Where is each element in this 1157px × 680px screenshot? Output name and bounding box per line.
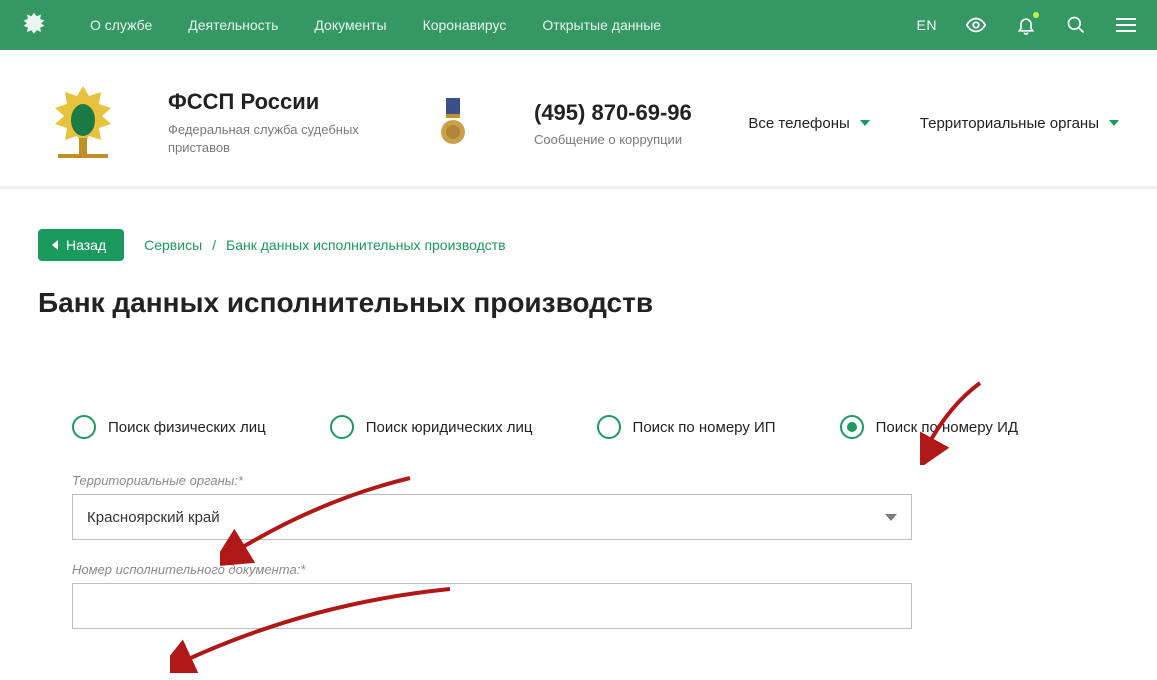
breadcrumb: Сервисы / Банк данных исполнительных про… <box>144 237 506 253</box>
topnav-item-about[interactable]: О службе <box>90 17 152 33</box>
territorial-dropdown[interactable]: Территориальные органы <box>920 115 1119 132</box>
org-title: ФССП России <box>168 89 398 115</box>
territory-label: Территориальные органы:* <box>72 473 912 488</box>
chevron-down-icon <box>1109 120 1119 126</box>
chevron-down-icon <box>885 514 897 521</box>
chevron-left-icon <box>52 240 58 250</box>
docnum-input[interactable] <box>72 583 912 629</box>
radio-id-number[interactable]: Поиск по номеру ИД <box>840 415 1018 439</box>
crumb-services[interactable]: Сервисы <box>144 237 202 253</box>
radio-physical[interactable]: Поиск физических лиц <box>72 415 266 439</box>
topbar: О службе Деятельность Документы Коронави… <box>0 0 1157 50</box>
topnav-item-opendata[interactable]: Открытые данные <box>542 17 661 33</box>
breadcrumb-separator: / <box>212 237 216 253</box>
contact-phone-subtitle: Сообщение о коррупции <box>534 132 692 147</box>
accessibility-icon[interactable] <box>965 14 987 36</box>
page-title: Банк данных исполнительных производств <box>0 261 1157 319</box>
state-emblem-icon[interactable] <box>18 9 50 41</box>
radio-label: Поиск по номеру ИП <box>633 419 776 436</box>
territorial-label: Территориальные органы <box>920 115 1099 132</box>
top-right-tools: EN <box>917 14 1137 36</box>
radio-icon <box>72 415 96 439</box>
chevron-down-icon <box>860 120 870 126</box>
topnav-item-documents[interactable]: Документы <box>314 17 386 33</box>
contact-phone: (495) 870-69-96 <box>534 100 692 126</box>
org-subtitle: Федеральная служба судебных приставов <box>168 121 378 156</box>
radio-icon <box>330 415 354 439</box>
notification-dot-icon <box>1033 12 1039 18</box>
radio-label: Поиск юридических лиц <box>366 419 533 436</box>
radio-ip-number[interactable]: Поиск по номеру ИП <box>597 415 776 439</box>
back-label: Назад <box>66 237 106 253</box>
radio-legal[interactable]: Поиск юридических лиц <box>330 415 533 439</box>
radio-label: Поиск по номеру ИД <box>876 419 1018 436</box>
back-button[interactable]: Назад <box>38 229 124 261</box>
search-type-radios: Поиск физических лиц Поиск юридических л… <box>0 319 1157 439</box>
docnum-label: Номер исполнительного документа:* <box>72 562 912 577</box>
breadcrumb-row: Назад Сервисы / Банк данных исполнительн… <box>0 189 1157 261</box>
search-form: Территориальные органы:* Красноярский кр… <box>0 439 984 629</box>
language-switch[interactable]: EN <box>917 17 937 33</box>
notifications-icon[interactable] <box>1015 14 1037 36</box>
crumb-page[interactable]: Банк данных исполнительных производств <box>226 237 506 253</box>
site-header: ФССП России Федеральная служба судебных … <box>0 50 1157 189</box>
top-nav: О службе Деятельность Документы Коронави… <box>90 17 917 33</box>
territory-value: Красноярский край <box>87 509 220 526</box>
topnav-item-activity[interactable]: Деятельность <box>188 17 278 33</box>
menu-icon[interactable] <box>1115 14 1137 36</box>
search-icon[interactable] <box>1065 14 1087 36</box>
org-emblem-icon <box>38 78 128 168</box>
medal-icon <box>438 98 468 148</box>
all-phones-label: Все телефоны <box>748 115 849 132</box>
radio-icon <box>597 415 621 439</box>
territory-select[interactable]: Красноярский край <box>72 494 912 540</box>
all-phones-dropdown[interactable]: Все телефоны <box>748 115 869 132</box>
topnav-item-covid[interactable]: Коронавирус <box>423 17 507 33</box>
radio-label: Поиск физических лиц <box>108 419 266 436</box>
radio-icon <box>840 415 864 439</box>
